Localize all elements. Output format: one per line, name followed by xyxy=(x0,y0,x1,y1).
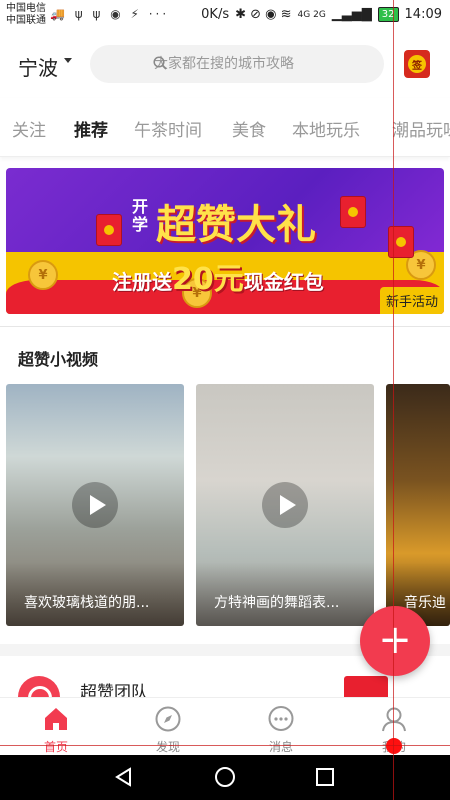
video-card[interactable]: 方特神画的舞蹈表... xyxy=(196,384,374,626)
banner-sub-suffix: 现金红包 xyxy=(243,270,324,294)
red-packet-icon xyxy=(388,226,414,258)
play-icon[interactable] xyxy=(262,482,308,528)
compass-icon xyxy=(155,706,181,732)
video-card[interactable]: 音乐迪 xyxy=(386,384,450,626)
search-icon xyxy=(153,56,167,70)
app-screen: 中国电信 中国联通 🚚 ψ ψ ◉ ⚡ ··· 0K/s ✱ ⊘ ◉ ≋ 4G … xyxy=(0,0,450,800)
system-icons: ✱ ⊘ ◉ ≋ xyxy=(235,7,292,22)
nav-discover[interactable]: 发现 xyxy=(118,698,218,756)
tab-follow[interactable]: 关注 xyxy=(12,116,46,141)
status-bar: 中国电信 中国联通 🚚 ψ ψ ◉ ⚡ ··· 0K/s ✱ ⊘ ◉ ≋ 4G … xyxy=(0,0,450,32)
clock: 14:09 xyxy=(404,7,442,22)
recent-apps-icon[interactable] xyxy=(313,765,337,789)
caret-down-icon[interactable] xyxy=(64,58,72,63)
user-icon xyxy=(382,707,406,732)
city-selector[interactable]: 宁波 xyxy=(18,52,58,81)
home-icon xyxy=(45,708,67,730)
check-in-icon[interactable]: 签 xyxy=(404,50,430,78)
carrier-info: 中国电信 中国联通 xyxy=(6,3,46,27)
nav-home[interactable]: 首页 xyxy=(6,698,106,756)
carrier-1: 中国电信 xyxy=(6,3,46,14)
nav-label: 首页 xyxy=(43,740,68,754)
tab-afternoon-tea[interactable]: 午茶时间 xyxy=(134,116,202,141)
video-caption: 方特神画的舞蹈表... xyxy=(196,562,374,626)
status-right: 0K/s ✱ ⊘ ◉ ≋ 4G 2G ▁▃▅▇ 32 14:09 xyxy=(201,7,442,22)
system-nav-bar xyxy=(0,755,450,800)
signal-text: 4G 2G xyxy=(297,9,326,20)
play-icon[interactable] xyxy=(72,482,118,528)
battery-icon: 32 xyxy=(377,7,399,22)
create-post-button[interactable]: + xyxy=(360,606,430,676)
video-caption: 喜欢玻璃栈道的朋... xyxy=(6,562,184,626)
video-card[interactable]: 喜欢玻璃栈道的朋... xyxy=(6,384,184,626)
red-packet-icon xyxy=(96,214,122,246)
nav-messages[interactable]: 消息 xyxy=(231,698,331,756)
home-button-icon[interactable] xyxy=(213,765,237,789)
search-input[interactable] xyxy=(90,45,384,83)
category-tabs: 关注 推荐 午茶时间 美食 本地玩乐 潮品玩味 xyxy=(0,98,450,157)
notification-icons: 🚚 ψ ψ ◉ ⚡ ··· xyxy=(50,7,170,21)
new-user-badge: 新手活动 xyxy=(379,287,444,314)
notification-dot xyxy=(386,738,402,754)
promo-banner[interactable]: ¥ ¥ ¥ 开学 超赞大礼 注册送20元现金红包 新手活动 xyxy=(6,168,444,314)
guide-line xyxy=(0,745,450,746)
banner-title: 超赞大礼 xyxy=(156,202,316,248)
divider xyxy=(0,326,450,327)
banner-subtitle: 注册送20元现金红包 xyxy=(112,254,324,298)
red-packet-icon xyxy=(340,196,366,228)
header: 宁波 签 xyxy=(0,32,450,98)
net-speed: 0K/s xyxy=(201,7,230,22)
banner-sub-prefix: 注册送 xyxy=(112,270,172,294)
guide-line xyxy=(393,0,394,800)
carrier-2: 中国联通 xyxy=(6,15,46,26)
check-in-label: 签 xyxy=(408,55,426,73)
banner-kai-xue: 开学 xyxy=(132,197,149,234)
tab-recommend[interactable]: 推荐 xyxy=(74,116,108,141)
tab-food[interactable]: 美食 xyxy=(232,116,266,141)
nav-label: 发现 xyxy=(155,740,180,754)
nav-label: 消息 xyxy=(268,740,293,754)
signal-icon: ▁▃▅▇ xyxy=(331,7,372,22)
chat-icon xyxy=(268,706,294,731)
bottom-nav: 首页 发现 消息 我的 xyxy=(0,697,450,756)
tab-trendy[interactable]: 潮品玩味 xyxy=(392,116,450,141)
banner-amount: 20元 xyxy=(172,262,244,297)
tab-local-fun[interactable]: 本地玩乐 xyxy=(292,116,360,141)
section-title-videos: 超赞小视频 xyxy=(18,350,99,369)
coin-icon: ¥ xyxy=(28,260,58,290)
back-icon[interactable] xyxy=(112,765,136,789)
